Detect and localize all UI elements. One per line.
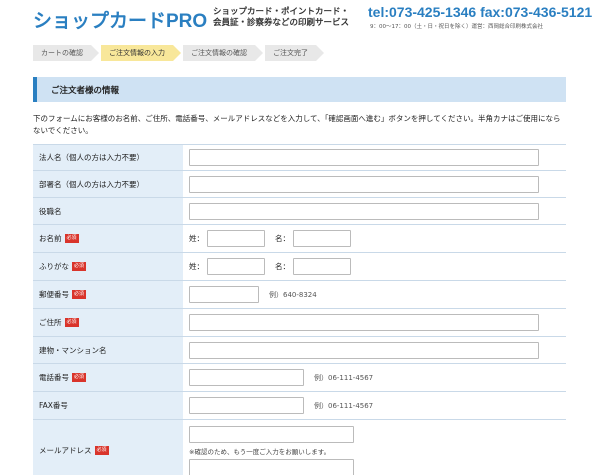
- mei-label: 名：: [275, 234, 290, 243]
- row-building: 建物・マンション名: [33, 337, 566, 364]
- field-fax: 例）06-111-4567: [183, 392, 566, 419]
- required-badge: 必須: [64, 318, 79, 327]
- label-furigana: ふりがな 必須: [33, 253, 183, 280]
- fax-hint: 例）06-111-4567: [314, 401, 374, 410]
- field-department: [183, 171, 566, 197]
- label-fax: FAX番号: [33, 392, 183, 419]
- address-input[interactable]: [189, 314, 539, 331]
- step-order-complete: ご注文完了: [265, 45, 324, 61]
- field-phone: 例）06-111-4567: [183, 364, 566, 391]
- step-order-input: ご注文情報の入力: [101, 45, 181, 61]
- field-name: 姓： 名：: [183, 225, 566, 252]
- label-furigana-text: ふりがな: [39, 262, 69, 271]
- label-phone-text: 電話番号: [39, 373, 69, 382]
- label-address: ご住所 必須: [33, 309, 183, 336]
- field-furigana: 姓： 名：: [183, 253, 566, 280]
- label-postal: 郵便番号 必須: [33, 281, 183, 308]
- required-badge: 必須: [72, 290, 87, 299]
- field-email: ※確認のため、もう一度ご入力をお願いします。: [183, 420, 566, 475]
- last-name-input[interactable]: [207, 230, 265, 247]
- department-input[interactable]: [189, 175, 539, 193]
- postal-code-input[interactable]: [189, 286, 259, 303]
- label-department-text: 部署名（個人の方は入力不要）: [39, 179, 144, 189]
- row-email: メールアドレス 必須 ※確認のため、もう一度ご入力をお願いします。: [33, 420, 566, 475]
- label-address-text: ご住所: [39, 318, 62, 327]
- label-company: 法人名（個人の方は入力不要）: [33, 145, 183, 170]
- tagline-line1: ショップカード・ポイントカード・: [213, 7, 350, 17]
- section-title: ご注文者様の情報: [33, 77, 566, 102]
- section-title-text: ご注文者様の情報: [51, 86, 120, 96]
- label-building: 建物・マンション名: [33, 337, 183, 363]
- label-postal-text: 郵便番号: [39, 290, 69, 299]
- postal-hint: 例）640-8324: [269, 290, 317, 299]
- row-fax: FAX番号 例）06-111-4567: [33, 392, 566, 420]
- row-company: 法人名（個人の方は入力不要）: [33, 145, 566, 171]
- site-header: ショップカードPRO ショップカード・ポイントカード・ 会員証・診察券などの印刷…: [0, 0, 600, 40]
- sei-label: 姓：: [189, 234, 204, 243]
- label-phone: 電話番号 必須: [33, 364, 183, 391]
- label-fax-text: FAX番号: [39, 401, 68, 410]
- email-input[interactable]: [189, 425, 354, 443]
- phone-input[interactable]: [189, 369, 304, 386]
- fax-input[interactable]: [189, 397, 304, 414]
- business-hours: 9：00～17：00（土・日・祝日を除く）運営：西岡総合印刷株式会社: [370, 24, 543, 30]
- order-steps: カートの確認 ご注文情報の入力 ご注文情報の確認 ご注文完了: [33, 45, 326, 61]
- row-postal: 郵便番号 必須 例）640-8324: [33, 281, 566, 309]
- row-furigana: ふりがな 必須 姓： 名：: [33, 253, 566, 281]
- company-input[interactable]: [189, 149, 539, 166]
- field-postal: 例）640-8324: [183, 281, 566, 308]
- email-confirm-note: ※確認のため、もう一度ご入力をお願いします。: [189, 447, 331, 456]
- site-tagline: ショップカード・ポイントカード・ 会員証・診察券などの印刷サービス: [213, 7, 349, 29]
- label-name-text: お名前: [39, 234, 62, 243]
- sei-label: 姓：: [189, 262, 204, 271]
- label-department: 部署名（個人の方は入力不要）: [33, 171, 183, 197]
- label-title-text: 役職名: [39, 206, 62, 216]
- customer-form: 法人名（個人の方は入力不要） 部署名（個人の方は入力不要） 役職名 お名前 必須 …: [33, 144, 566, 475]
- row-title: 役職名: [33, 198, 566, 225]
- first-name-kana-input[interactable]: [293, 258, 351, 275]
- label-email-text: メールアドレス: [39, 446, 92, 455]
- site-logo[interactable]: ショップカードPRO: [33, 6, 207, 33]
- building-input[interactable]: [189, 341, 539, 359]
- row-name: お名前 必須 姓： 名：: [33, 225, 566, 253]
- row-address: ご住所 必須: [33, 309, 566, 337]
- tagline-line2: 会員証・診察券などの印刷サービス: [213, 18, 350, 28]
- required-badge: 必須: [72, 262, 87, 271]
- label-company-text: 法人名（個人の方は入力不要）: [39, 153, 144, 162]
- mei-label: 名：: [275, 262, 290, 271]
- label-title: 役職名: [33, 198, 183, 224]
- first-name-input[interactable]: [293, 230, 351, 247]
- required-badge: 必須: [64, 234, 79, 243]
- label-building-text: 建物・マンション名: [39, 345, 107, 355]
- phone-hint: 例）06-111-4567: [314, 373, 374, 382]
- contact-phone: tel:073-425-1346 fax:073-436-5121: [368, 4, 593, 20]
- label-name: お名前 必須: [33, 225, 183, 252]
- job-title-input[interactable]: [189, 202, 539, 220]
- label-email: メールアドレス 必須: [33, 420, 183, 475]
- field-building: [183, 337, 566, 363]
- field-address: [183, 309, 566, 336]
- step-cart[interactable]: カートの確認: [33, 45, 99, 61]
- required-badge: 必須: [94, 446, 109, 455]
- email-confirm-input[interactable]: [189, 458, 354, 475]
- row-phone: 電話番号 必須 例）06-111-4567: [33, 364, 566, 392]
- field-company: [183, 145, 566, 170]
- form-intro: 下のフォームにお客様のお名前、ご住所、電話番号、メールアドレスなどを入力して、「…: [33, 114, 561, 135]
- row-department: 部署名（個人の方は入力不要）: [33, 171, 566, 198]
- last-name-kana-input[interactable]: [207, 258, 265, 275]
- required-badge: 必須: [72, 373, 87, 382]
- field-title: [183, 198, 566, 224]
- step-order-confirm: ご注文情報の確認: [183, 45, 263, 61]
